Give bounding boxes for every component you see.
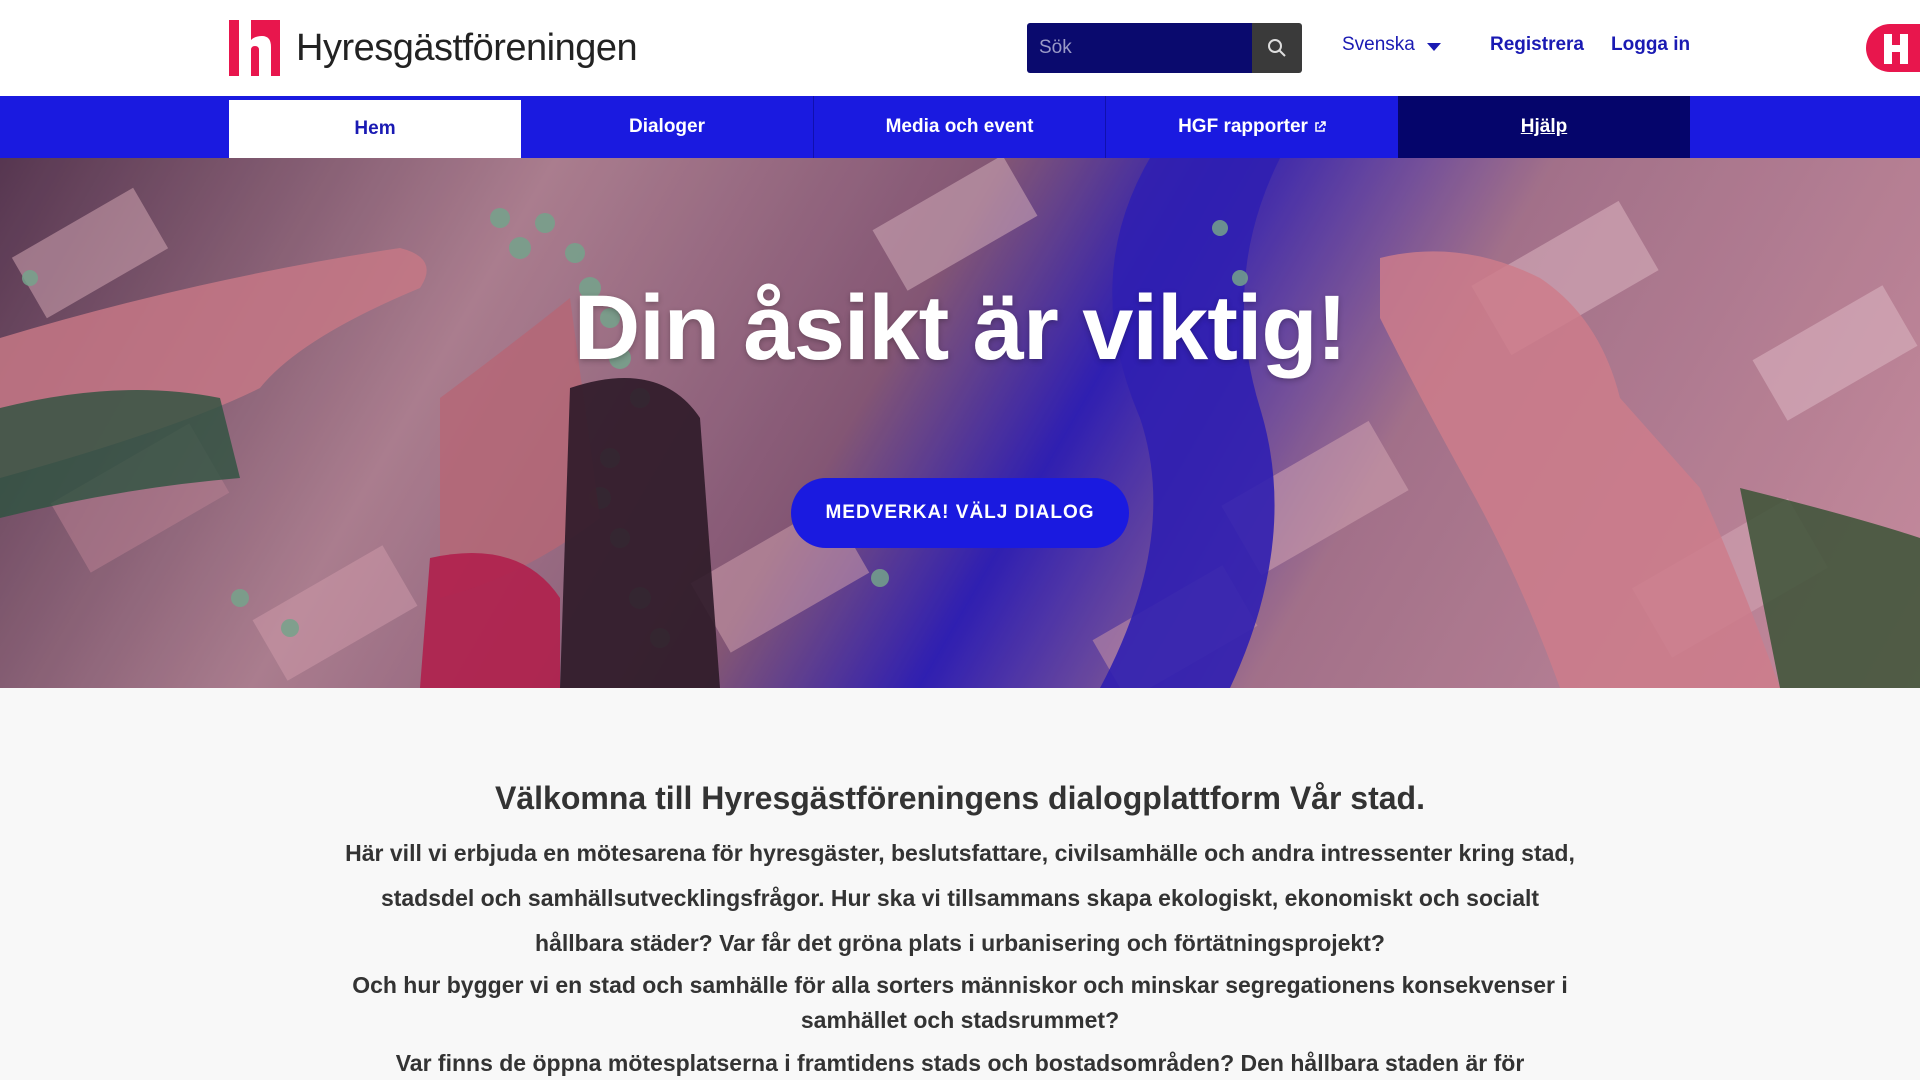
hero-banner: Din åsikt är viktig! MEDVERKA! VÄLJ DIAL…: [0, 158, 1920, 688]
hero-background-image: [0, 158, 1920, 688]
login-link[interactable]: Logga in: [1611, 34, 1690, 56]
caret-down-icon: [1426, 43, 1441, 51]
corner-logo-badge[interactable]: [1866, 24, 1920, 72]
tab-hgf-rapporter[interactable]: HGF rapporter: [1106, 96, 1398, 158]
logo-text: Hyresgästföreningen: [296, 26, 638, 69]
search-icon: [1268, 39, 1286, 57]
tab-label: Media och event: [885, 116, 1034, 137]
intro-paragraph-3: Var finns de öppna mötesplatserna i fram…: [395, 1050, 1525, 1076]
tab-media-och-event[interactable]: Media och event: [814, 96, 1105, 158]
tab-dialoger[interactable]: Dialoger: [521, 96, 813, 158]
search-button[interactable]: [1252, 23, 1302, 73]
tab-label: Hjälp: [1520, 116, 1568, 137]
site-logo[interactable]: Hyresgästföreningen: [229, 20, 638, 76]
language-label: Svenska: [1342, 34, 1415, 55]
tab-label: HGF rapporter: [1178, 116, 1308, 137]
welcome-section: Välkomna till Hyresgästföreningens dialo…: [340, 780, 1580, 1080]
intro-paragraph-2: Och hur bygger vi en stad och samhälle f…: [352, 972, 1568, 1033]
register-link[interactable]: Registrera: [1490, 34, 1584, 56]
tab-hem[interactable]: Hem: [229, 96, 521, 158]
site-header: Hyresgästföreningen Svenska Registrera L…: [0, 0, 1920, 96]
welcome-heading: Välkomna till Hyresgästföreningens dialo…: [495, 780, 1425, 816]
choose-dialog-button[interactable]: MEDVERKA! VÄLJ DIALOG: [791, 478, 1129, 548]
search-input[interactable]: [1027, 23, 1252, 73]
hero-title: Din åsikt är viktig!: [573, 277, 1347, 379]
intro-paragraph: Här vill vi erbjuda en mötesarena för hy…: [345, 840, 1575, 956]
main-nav: Hem Dialoger Media och event HGF rapport…: [0, 96, 1920, 158]
logo-mark-icon: [229, 20, 280, 76]
tab-label: Hem: [354, 118, 396, 139]
language-select[interactable]: Svenska: [1342, 34, 1441, 56]
tab-label: Dialoger: [628, 116, 706, 137]
tab-hjalp[interactable]: Hjälp: [1398, 96, 1690, 158]
search-bar: [1027, 23, 1302, 73]
external-link-icon: [1315, 121, 1326, 132]
